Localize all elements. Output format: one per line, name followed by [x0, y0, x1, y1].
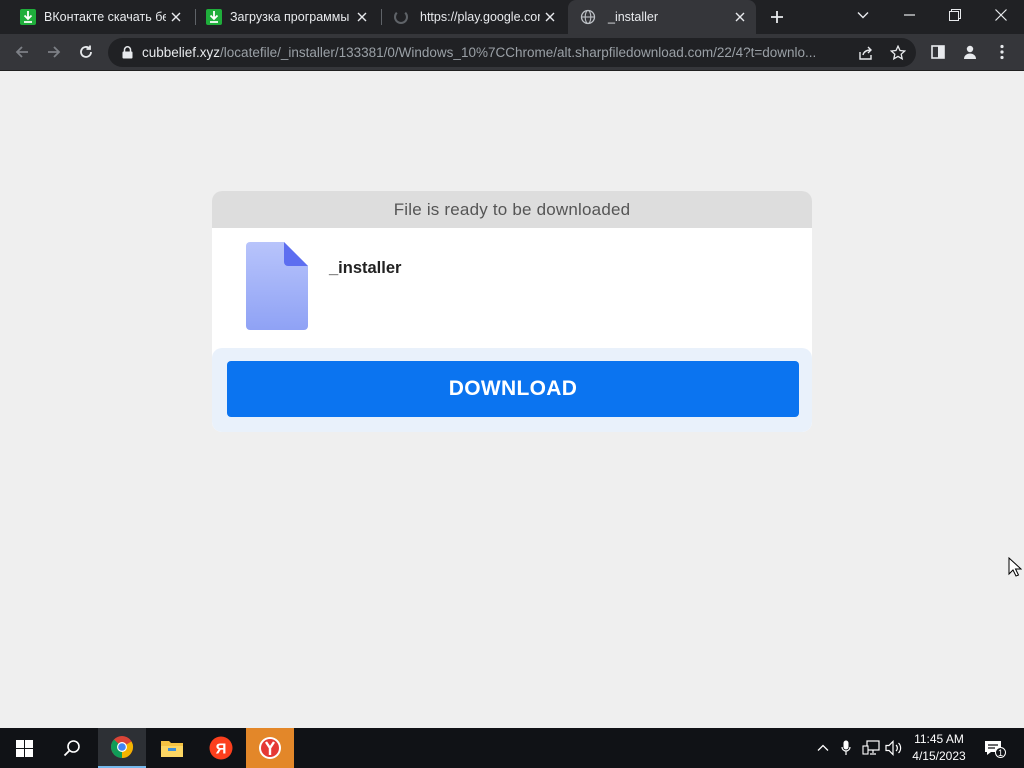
tab-installer[interactable]: _installer — [568, 0, 756, 34]
file-name: _installer — [329, 259, 402, 277]
mouse-cursor-icon — [1008, 556, 1023, 582]
start-icon — [15, 739, 33, 757]
tab-vkontakte[interactable]: ВКонтакте скачать бесплатно — [12, 0, 192, 34]
file-icon — [246, 242, 308, 335]
new-tab-button[interactable] — [764, 5, 790, 29]
tab-separator — [381, 9, 382, 25]
globe-icon — [580, 9, 596, 25]
minimize-icon — [903, 14, 915, 16]
url-path: /locatefile/_installer/133381/0/Windows_… — [220, 45, 817, 60]
chevron-up-icon[interactable] — [813, 738, 833, 758]
address-bar[interactable]: cubbelief.xyz/locatefile/_installer/1333… — [108, 38, 916, 67]
network-icon[interactable] — [861, 738, 881, 758]
file-explorer-icon — [161, 741, 183, 757]
tab-title: Загрузка программы с — [230, 10, 352, 24]
tab-title: ВКонтакте скачать бесплатно — [44, 10, 166, 24]
restore-icon — [949, 9, 961, 21]
volume-icon[interactable] — [884, 738, 904, 758]
file-row: _installer — [212, 228, 812, 348]
yandex-browser-icon — [259, 737, 281, 759]
chevron-down-icon — [857, 12, 869, 19]
taskbar-yandex[interactable]: Я — [197, 728, 245, 768]
system-clock[interactable]: 11:45 AM 4/15/2023 — [904, 731, 974, 765]
search-icon — [63, 740, 80, 757]
download-icon — [206, 9, 222, 25]
share-icon[interactable] — [856, 43, 876, 63]
more-vertical-icon — [1000, 44, 1004, 60]
page-content: File is ready to be downloaded _installe… — [0, 71, 1024, 728]
tab-title: _installer — [608, 10, 659, 24]
close-icon — [995, 9, 1007, 21]
bookmark-star-icon[interactable] — [888, 43, 908, 63]
minimize-button[interactable] — [886, 0, 932, 30]
microphone-icon[interactable] — [836, 738, 856, 758]
card-header: File is ready to be downloaded — [212, 191, 812, 228]
taskbar: Я 11:45 AM 4/15/2023 1 — [0, 728, 1024, 768]
plus-icon — [771, 11, 783, 23]
tab-close-icon[interactable] — [540, 7, 560, 27]
profile-button[interactable] — [956, 38, 984, 66]
side-panel-button[interactable] — [924, 38, 952, 66]
download-button[interactable]: DOWNLOAD — [227, 361, 799, 417]
taskbar-yandex-browser[interactable] — [246, 728, 294, 768]
menu-button[interactable] — [988, 38, 1016, 66]
close-window-button[interactable] — [978, 0, 1024, 30]
svg-text:Я: Я — [216, 741, 227, 758]
restore-button[interactable] — [932, 0, 978, 30]
clock-date: 4/15/2023 — [912, 749, 966, 763]
arrow-left-icon — [15, 46, 28, 58]
yandex-icon: Я — [209, 736, 233, 760]
forward-button[interactable] — [40, 38, 68, 66]
download-card: File is ready to be downloaded _installe… — [212, 191, 812, 432]
side-panel-icon — [931, 45, 945, 59]
clock-time: 11:45 AM — [914, 732, 964, 746]
tab-separator — [195, 9, 196, 25]
browser-toolbar: cubbelief.xyz/locatefile/_installer/1333… — [0, 34, 1024, 71]
profile-icon — [964, 45, 976, 59]
lock-icon[interactable] — [120, 46, 134, 60]
tab-title: https://play.google.com — [420, 10, 540, 24]
tab-zagruzka[interactable]: Загрузка программы с — [198, 0, 378, 34]
tab-search-button[interactable] — [840, 0, 886, 30]
tab-close-icon[interactable] — [352, 7, 372, 27]
arrow-right-icon — [48, 46, 61, 58]
reload-button[interactable] — [72, 38, 100, 66]
search-button[interactable] — [48, 728, 96, 768]
url-text[interactable]: cubbelief.xyz/locatefile/_installer/1333… — [142, 45, 842, 60]
tab-close-icon[interactable] — [166, 7, 186, 27]
url-host: cubbelief.xyz — [142, 45, 221, 60]
download-area: DOWNLOAD — [212, 348, 812, 432]
tab-strip: ВКонтакте скачать бесплатно Загрузка про… — [0, 0, 1024, 34]
download-icon — [20, 9, 36, 25]
reload-icon — [80, 45, 92, 58]
back-button[interactable] — [8, 38, 36, 66]
tab-close-icon[interactable] — [730, 7, 750, 27]
tab-google-play[interactable]: https://play.google.com — [384, 0, 566, 34]
start-button[interactable] — [0, 728, 48, 768]
taskbar-chrome[interactable] — [98, 728, 146, 768]
notifications-button[interactable]: 1 — [982, 738, 1006, 758]
taskbar-file-explorer[interactable] — [148, 728, 196, 768]
notification-count-badge: 1 — [995, 747, 1006, 758]
loading-spinner-icon — [394, 10, 408, 24]
chrome-icon — [111, 736, 133, 758]
